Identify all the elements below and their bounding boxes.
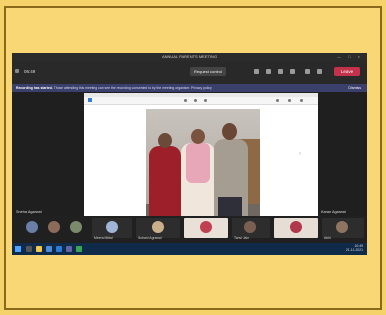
avatar[interactable] xyxy=(70,221,82,233)
word-icon[interactable] xyxy=(56,246,62,252)
participant-name: Abhi xyxy=(324,236,331,240)
delete-icon xyxy=(204,99,207,102)
print-icon xyxy=(300,99,303,102)
meeting-timer: 06:49 xyxy=(24,69,36,74)
recording-notice-title: Recording has started. xyxy=(16,85,53,90)
taskbar-clock: 10:49 21-11-2021 xyxy=(346,244,363,252)
family-photo xyxy=(146,109,260,221)
recording-notice-body: Those attending this meeting can see the… xyxy=(53,85,212,90)
participant-gallery: Meera Mittal Suhani Agrawal Tanvi Jain A… xyxy=(12,216,367,243)
person-left-head xyxy=(158,133,172,148)
recording-notice: Recording has started. Those attending t… xyxy=(12,84,367,92)
raise-hand-icon[interactable] xyxy=(278,69,283,74)
avatar xyxy=(290,221,302,233)
avatar xyxy=(244,221,256,233)
participant-video-label: Karan Agarwal xyxy=(321,210,346,214)
taskbar-date: 21-11-2021 xyxy=(345,248,363,252)
shared-window-toolbar xyxy=(84,97,318,105)
chat-icon[interactable] xyxy=(254,69,259,74)
photos-app-icon xyxy=(88,98,92,102)
mic-icon[interactable] xyxy=(317,69,322,74)
window-title: ANNUAL PARENTS MEETING xyxy=(161,54,218,59)
edge-icon[interactable] xyxy=(46,246,52,252)
edit-icon xyxy=(276,99,279,102)
person-middle-scarf xyxy=(186,143,210,183)
leave-button[interactable]: Leave xyxy=(334,67,360,76)
people-icon[interactable] xyxy=(266,69,271,74)
request-control-button[interactable]: Request control xyxy=(190,67,226,76)
avatar xyxy=(200,221,212,233)
person-middle-head xyxy=(191,129,205,144)
more-icon[interactable] xyxy=(290,69,295,74)
participant-name: Tanvi Jain xyxy=(234,236,250,240)
search-icon[interactable] xyxy=(26,246,32,252)
meeting-toolbar: 06:49 Request control Leave xyxy=(12,61,367,84)
next-arrow-icon[interactable]: › xyxy=(299,151,301,157)
self-video-label: Sneha Agarwal xyxy=(16,210,42,214)
teams-icon[interactable] xyxy=(66,246,72,252)
windows-start-icon[interactable] xyxy=(15,246,21,252)
avatar xyxy=(152,221,164,233)
camera-icon[interactable] xyxy=(305,69,310,74)
share-icon xyxy=(288,99,291,102)
person-left-body xyxy=(149,146,181,221)
avatar xyxy=(336,221,348,233)
recording-notice-text: Recording has started. Those attending t… xyxy=(16,86,212,90)
windows-taskbar: 10:49 21-11-2021 xyxy=(12,243,367,255)
person-right-head xyxy=(222,123,237,140)
title-bar: ANNUAL PARENTS MEETING — □ × xyxy=(12,53,367,61)
avatar xyxy=(106,221,118,233)
chrome-icon[interactable] xyxy=(76,246,82,252)
zoom-icon xyxy=(184,99,187,102)
participant-name: Suhani Agrawal xyxy=(138,236,162,240)
dismiss-button[interactable]: Dismiss xyxy=(348,86,361,90)
file-explorer-icon[interactable] xyxy=(36,246,42,252)
avatar[interactable] xyxy=(48,221,60,233)
meeting-shield-icon xyxy=(15,69,19,73)
window-controls[interactable]: — □ × xyxy=(337,54,363,59)
avatar[interactable] xyxy=(26,221,38,233)
teams-meeting-window: ANNUAL PARENTS MEETING — □ × 06:49 Reque… xyxy=(12,53,367,255)
rotate-icon xyxy=(194,99,197,102)
participant-name: Meera Mittal xyxy=(94,236,113,240)
